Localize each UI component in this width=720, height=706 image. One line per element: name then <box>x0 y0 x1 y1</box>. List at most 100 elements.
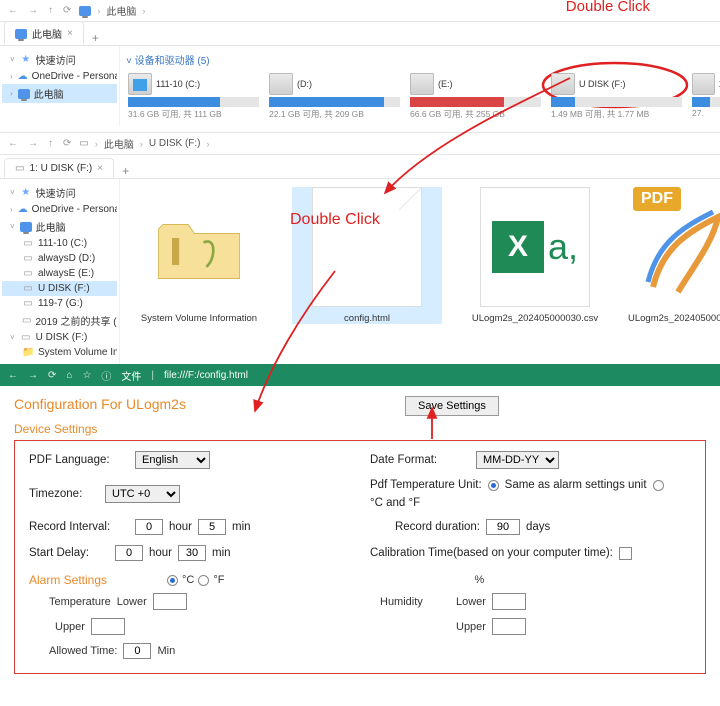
nav-up-icon[interactable]: ↑ <box>46 5 55 16</box>
drive-c[interactable]: 111-10 (C:) 31.6 GB 可用, 共 111 GB <box>126 71 261 122</box>
nav-refresh-icon[interactable]: ⟳ <box>61 138 73 149</box>
tab-close-icon[interactable]: × <box>67 28 73 39</box>
breadcrumb-pc[interactable]: 此电脑 <box>104 136 134 151</box>
tab-label: 此电脑 <box>32 26 62 41</box>
drive-f-udisk[interactable]: U DISK (F:) 1.49 MB 可用, 共 1.77 MB <box>549 71 684 122</box>
alarm-unit-c-radio[interactable] <box>167 575 178 586</box>
drive-icon <box>410 73 434 95</box>
drive-e[interactable]: (E:) 66.6 GB 可用, 共 255 GB <box>408 71 543 122</box>
chevron-icon: › <box>97 6 100 16</box>
html-file-icon <box>312 187 422 307</box>
nav-fwd-icon[interactable]: → <box>26 5 40 16</box>
nav-back-icon[interactable]: ← <box>6 138 20 149</box>
tab-this-pc[interactable]: 此电脑 × <box>4 21 84 45</box>
nav-refresh-icon[interactable]: ⟳ <box>48 370 56 381</box>
sidebar-share[interactable]: 2019 之前的共享 ( <box>2 311 117 330</box>
drive-icon <box>692 73 715 95</box>
pdf-language-select[interactable]: English <box>135 451 210 469</box>
sidebar-this-pc[interactable]: ›此电脑 <box>2 84 117 103</box>
file-label: ULogm2s_202405000030.csv <box>460 313 610 324</box>
info-icon[interactable]: ⓘ <box>101 368 111 383</box>
alarm-unit-f-radio[interactable] <box>198 575 209 586</box>
tab-strip: 此电脑 × + <box>0 22 720 46</box>
allowed-time-label: Allowed Time: <box>49 645 117 657</box>
new-tab-button[interactable]: + <box>116 164 135 178</box>
sidebar-onedrive[interactable]: ›OneDrive - Persona <box>2 69 117 84</box>
nav-up-icon[interactable]: ↑ <box>46 138 55 149</box>
sidebar-nav: ˅快速访问 ›OneDrive - Persona ›此电脑 <box>0 46 120 126</box>
date-format-label: Date Format: <box>370 454 470 466</box>
record-interval-hour-input[interactable] <box>135 519 163 535</box>
breadcrumb-pc[interactable]: 此电脑 <box>106 3 136 18</box>
drive-partial[interactable]: 11 27. <box>690 71 720 122</box>
tab-strip: ▭ 1: U DISK (F:) × + <box>0 155 720 179</box>
sidebar-drive-c[interactable]: 111-10 (C:) <box>2 236 117 251</box>
sidebar-quick-access[interactable]: ˅快速访问 <box>2 183 117 202</box>
sidebar-this-pc[interactable]: ˅此电脑 <box>2 217 117 236</box>
device-settings-header: Device Settings <box>14 422 706 436</box>
humidity-label: Humidity <box>380 596 450 608</box>
explorer-window-2: ← → ↑ ⟳ ▭ › 此电脑 › U DISK (F:) › ▭ 1: U D… <box>0 132 720 364</box>
temp-upper-input[interactable] <box>91 618 125 635</box>
folder-icon <box>144 187 254 307</box>
home-icon[interactable]: ⌂ <box>66 370 72 381</box>
nav-fwd-icon[interactable]: → <box>28 370 38 381</box>
temp-unit-label: Pdf Temperature Unit: <box>370 479 482 491</box>
tab-close-icon[interactable]: × <box>97 163 103 174</box>
sidebar-udisk-root[interactable]: ˅U DISK (F:) <box>2 330 117 345</box>
drives-header[interactable]: ˅ 设备和驱动器 (5) <box>126 52 720 67</box>
address-bar: ← → ↑ ⟳ ▭ › 此电脑 › U DISK (F:) › <box>0 133 720 155</box>
temp-unit-radio-both[interactable] <box>653 480 664 491</box>
page-title: Configuration For ULogm2s <box>14 396 706 412</box>
temperature-label: Temperature <box>49 596 111 608</box>
sidebar-onedrive[interactable]: ›OneDrive - Persona <box>2 202 117 217</box>
hum-upper-input[interactable] <box>492 618 526 635</box>
allowed-time-input[interactable] <box>123 643 151 659</box>
save-settings-button[interactable]: Save Settings <box>405 396 499 416</box>
sidebar-drive-f[interactable]: U DISK (F:) <box>2 281 117 296</box>
nav-back-icon[interactable]: ← <box>6 5 20 16</box>
temp-lower-input[interactable] <box>153 593 187 610</box>
calibration-checkbox[interactable] <box>619 547 632 560</box>
url-text[interactable]: file:///F:/config.html <box>164 370 248 381</box>
hum-lower-input[interactable] <box>492 593 526 610</box>
nav-fwd-icon[interactable]: → <box>26 138 40 149</box>
config-page: Configuration For ULogm2s Save Settings … <box>0 386 720 690</box>
browser-toolbar: ← → ⟳ ⌂ ☆ ⓘ 文件 | file:///F:/config.html <box>0 364 720 386</box>
drive-icon <box>128 73 152 95</box>
file-svi-folder[interactable]: System Volume Information <box>124 187 274 324</box>
file-label: ULogm2s_202405000030.pdf <box>628 313 720 324</box>
start-delay-label: Start Delay: <box>29 547 109 559</box>
file-label: config.html <box>292 313 442 324</box>
start-delay-hour-input[interactable] <box>115 545 143 561</box>
timezone-select[interactable]: UTC +0 <box>105 485 180 503</box>
nav-back-icon[interactable]: ← <box>8 370 18 381</box>
file-pdf[interactable]: PDF ULogm2s_202405000030.pdf <box>628 187 720 324</box>
drive-d[interactable]: (D:) 22.1 GB 可用, 共 209 GB <box>267 71 402 122</box>
explorer-window-1: ← → ↑ ⟳ › 此电脑 › 此电脑 × + Double Click ˅快速… <box>0 0 720 126</box>
date-format-select[interactable]: MM-DD-YY <box>476 451 559 469</box>
file-csv[interactable]: Xa, ULogm2s_202405000030.csv <box>460 187 610 324</box>
temp-unit-opt1: Same as alarm settings unit <box>505 479 647 491</box>
start-delay-min-input[interactable] <box>178 545 206 561</box>
sidebar-quick-access[interactable]: ˅快速访问 <box>2 50 117 69</box>
sidebar-drive-g[interactable]: 119-7 (G:) <box>2 296 117 311</box>
drives-area: ˅ 设备和驱动器 (5) 111-10 (C:) 31.6 GB 可用, 共 1… <box>120 46 720 126</box>
files-area: System Volume Information config.html Xa… <box>120 179 720 364</box>
timezone-label: Timezone: <box>29 488 99 500</box>
annotation-double-click: Double Click <box>290 211 380 229</box>
new-tab-button[interactable]: + <box>86 31 105 45</box>
record-duration-input[interactable] <box>486 519 520 535</box>
nav-refresh-icon[interactable]: ⟳ <box>61 5 73 16</box>
sidebar-drive-d[interactable]: alwaysD (D:) <box>2 251 117 266</box>
record-interval-label: Record Interval: <box>29 521 129 533</box>
temp-unit-radio-same[interactable] <box>488 480 499 491</box>
sidebar-drive-e[interactable]: alwaysE (E:) <box>2 266 117 281</box>
temp-unit-opt2: °C and °F <box>370 497 420 509</box>
tab-udisk[interactable]: ▭ 1: U DISK (F:) × <box>4 158 114 178</box>
breadcrumb-udisk[interactable]: U DISK (F:) <box>149 138 201 149</box>
record-interval-min-input[interactable] <box>198 519 226 535</box>
file-config-html[interactable]: config.html <box>292 187 442 324</box>
sidebar-svi[interactable]: System Volume Inf <box>2 345 117 360</box>
star-icon[interactable]: ☆ <box>82 370 91 381</box>
